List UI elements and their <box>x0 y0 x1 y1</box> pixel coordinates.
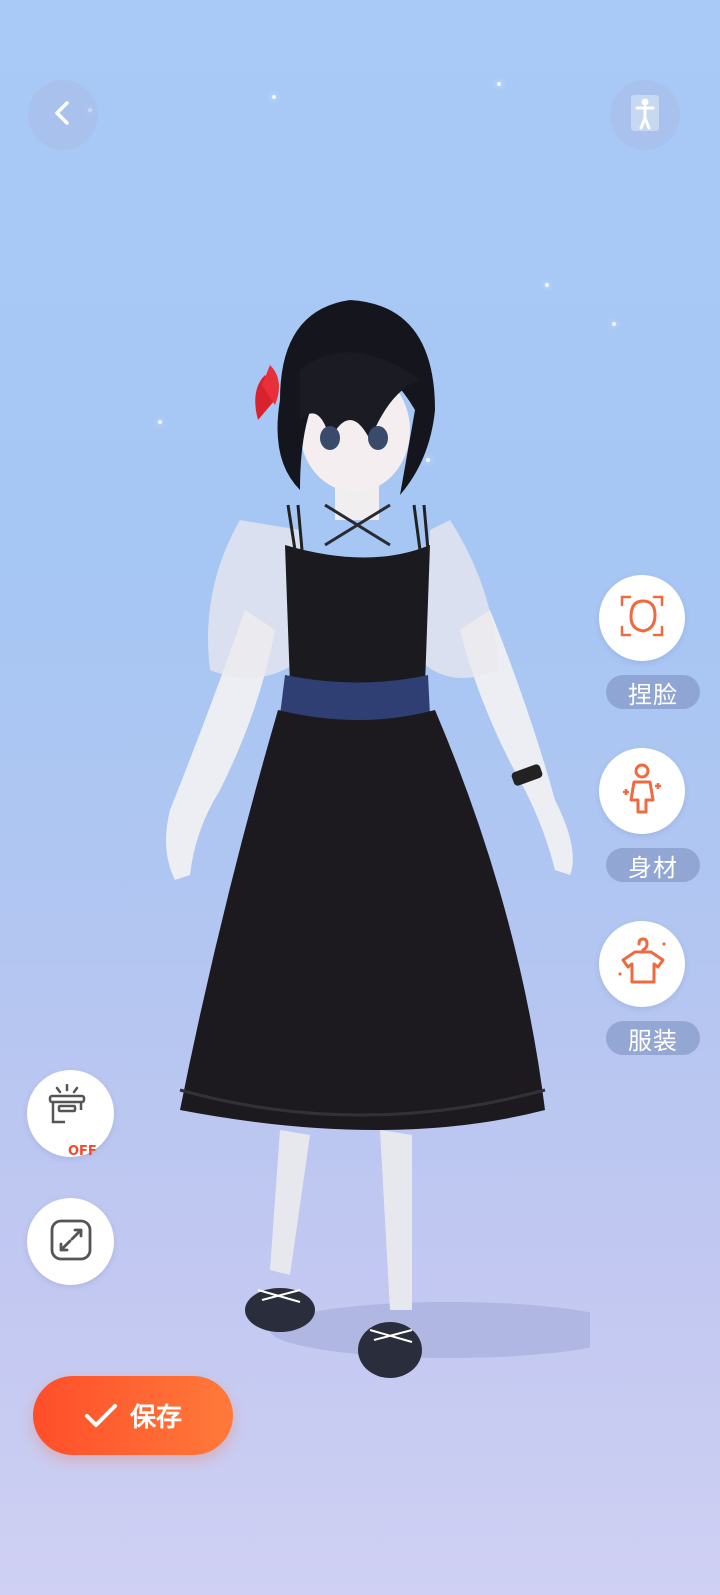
sparkle <box>272 95 276 99</box>
background-toggle-state: OFF <box>68 1144 97 1159</box>
save-button[interactable]: 保存 <box>33 1376 233 1455</box>
save-button-label: 保存 <box>129 1403 182 1433</box>
back-button[interactable] <box>28 80 98 150</box>
backdrop-lamp-icon <box>45 1083 93 1132</box>
body-shape-icon <box>617 762 667 820</box>
clothes-edit-button[interactable] <box>599 921 685 1007</box>
checkmark-icon <box>84 1403 118 1429</box>
sparkle <box>545 283 549 287</box>
body-view-button[interactable] <box>610 80 680 150</box>
side-menu-label-clothes: 服装 <box>606 1021 700 1055</box>
side-menu-label-face: 捏脸 <box>606 675 700 709</box>
face-outline-icon <box>617 591 667 645</box>
avatar-character <box>150 290 630 1420</box>
expand-arrows-icon <box>48 1217 94 1267</box>
body-edit-button[interactable] <box>599 748 685 834</box>
fullscreen-button[interactable] <box>27 1198 114 1285</box>
chevron-left-icon <box>48 98 78 132</box>
sparkle <box>612 322 616 326</box>
side-menu-label-body: 身材 <box>606 848 700 882</box>
clothes-hanger-icon <box>615 936 669 992</box>
person-standing-icon <box>627 93 663 137</box>
sparkle <box>497 82 501 86</box>
face-edit-button[interactable] <box>599 575 685 661</box>
